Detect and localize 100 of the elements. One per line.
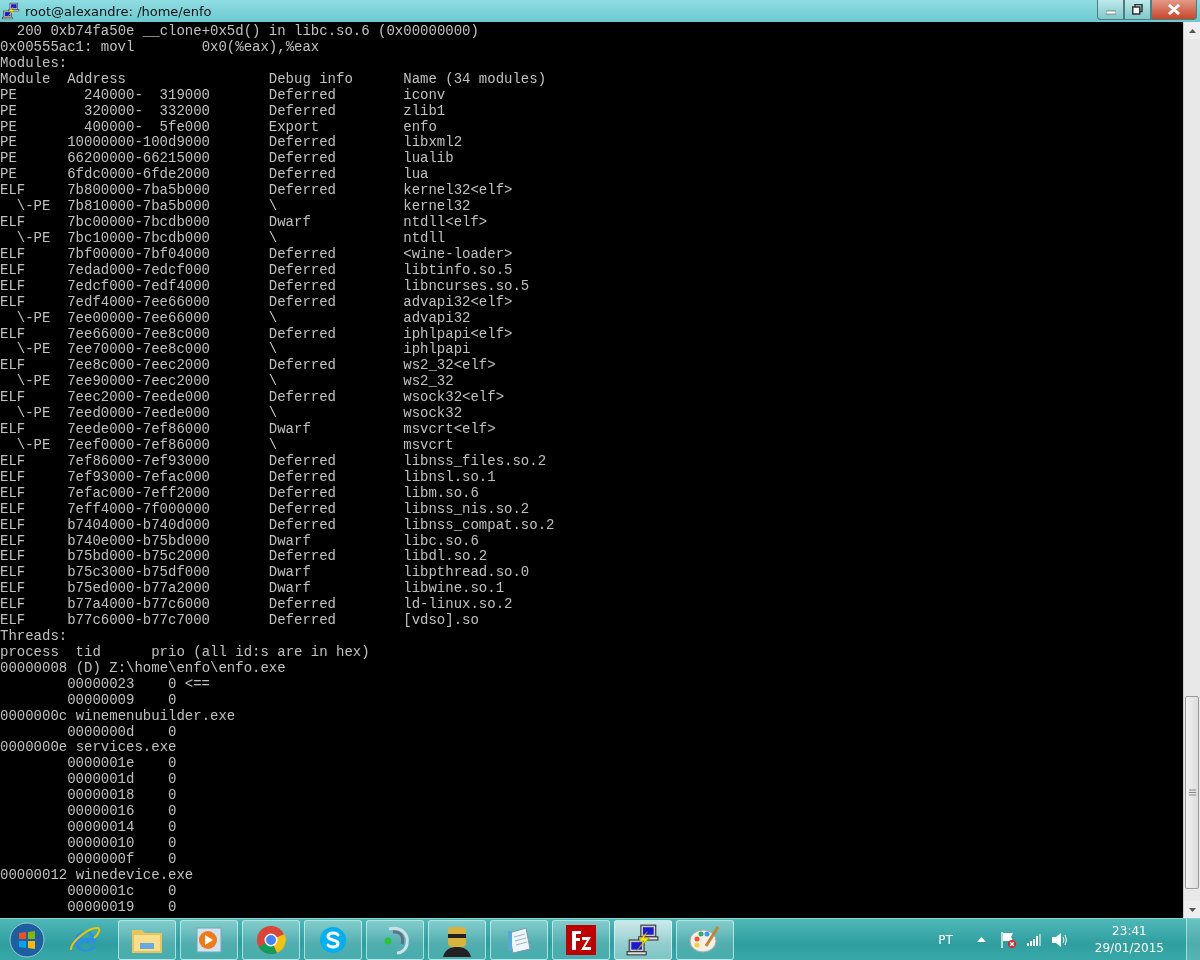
thread-id: 00000018 (67, 788, 135, 805)
taskbar-app-button[interactable] (614, 919, 672, 960)
module-address: 7edad000-7edcf000 (67, 262, 210, 279)
module-address: 7bc10000-7bcdb000 (67, 231, 210, 247)
module-type: ELF (0, 390, 26, 406)
taskbar-app-button[interactable] (428, 919, 486, 960)
debug-info: \ (268, 310, 278, 327)
caret-up-icon (1188, 28, 1196, 33)
module-name: advapi32<elf> (403, 294, 513, 311)
caret-up-icon (977, 937, 987, 942)
module-name: wsock32<elf> (403, 390, 505, 406)
debug-info: \ (268, 374, 278, 390)
restore-icon (1132, 4, 1143, 15)
thread-id: 00000016 (67, 804, 135, 821)
thread-priority: 0 (168, 836, 177, 852)
module-type: ELF (0, 549, 26, 566)
computers-icon (2, 2, 20, 20)
thread-id: 00000010 (67, 836, 135, 852)
module-address: 7edf4000-7ee66000 (67, 294, 210, 311)
module-type: ELF (0, 215, 26, 231)
debug-info: Export (268, 119, 320, 135)
debug-info: \ (268, 231, 278, 247)
debug-info: Deferred (268, 278, 337, 295)
module-address: 400000- 5fe000 (84, 119, 210, 135)
module-address: 6fdc0000-6fde2000 (67, 167, 210, 183)
module-name: libdl.so.2 (403, 549, 488, 565)
column-header: Debug info (268, 71, 353, 88)
thread-priority: 0 (168, 851, 177, 868)
module-address: 7ee66000-7ee8c000 (67, 326, 210, 343)
debug-info: Deferred (268, 517, 337, 534)
module-address: 7efac000-7eff2000 (67, 485, 210, 502)
column-header: Module (0, 71, 51, 88)
restore-button[interactable] (1124, 0, 1151, 20)
module-name: libnss_nis.so.2 (403, 501, 530, 518)
windows-logo-icon (9, 921, 45, 958)
thread-priority: 0 (168, 676, 177, 693)
module-name: iconv (403, 87, 446, 104)
debug-info: \ (268, 406, 278, 422)
start-button[interactable] (6, 919, 48, 960)
debug-info: Dwarf (268, 565, 311, 581)
module-address: 7b810000-7ba5b000 (67, 199, 210, 215)
column-header: process (0, 644, 59, 661)
close-button[interactable] (1151, 0, 1197, 20)
module-type: ELF (0, 453, 26, 470)
debug-info: Deferred (268, 358, 337, 374)
language-indicator[interactable]: PT (938, 932, 953, 947)
module-type: ELF (0, 262, 26, 279)
scroll-down-button[interactable] (1184, 901, 1200, 918)
column-header: tid (75, 644, 101, 661)
section-heading: Threads: (0, 628, 68, 645)
module-name: kernel32<elf> (403, 183, 513, 199)
debug-info: \ (268, 342, 278, 358)
module-type: PE (0, 87, 17, 104)
module-type: ELF (0, 485, 26, 502)
module-name: msvcrt (403, 437, 454, 454)
scroll-up-button[interactable] (1184, 22, 1200, 39)
debug-info: Deferred (268, 549, 337, 565)
module-type: \-PE (16, 374, 51, 391)
filezilla-icon (564, 922, 598, 957)
module-address: 7eede000-7ef86000 (67, 422, 210, 438)
module-type: \-PE (16, 342, 51, 359)
clock-date: 29/01/2015 (1094, 939, 1164, 957)
module-type: ELF (0, 565, 26, 582)
scroll-thumb[interactable] (1185, 696, 1199, 889)
column-header: Name (34 modules) (403, 71, 547, 88)
module-address: 7b800000-7ba5b000 (67, 183, 210, 199)
module-address: 66200000-66215000 (67, 151, 210, 167)
module-name: ld-linux.so.2 (403, 597, 513, 613)
process-id: 00000012 (0, 866, 68, 883)
thread-priority: 0 (168, 788, 177, 805)
column-header: prio (all id:s are in hex) (151, 644, 370, 661)
clock[interactable]: 23:41 29/01/2015 (1094, 922, 1164, 957)
module-type: \-PE (16, 310, 51, 327)
module-name: enfo (403, 119, 437, 135)
module-type: PE (0, 135, 17, 152)
close-icon (1167, 4, 1181, 15)
debug-info: Deferred (268, 390, 337, 406)
module-address: 7ef93000-7efac000 (67, 469, 210, 486)
thread-priority: 0 (168, 820, 177, 837)
debug-info: Dwarf (268, 422, 311, 438)
module-address: 7ee70000-7ee8c000 (67, 342, 210, 359)
module-address: 7edcf000-7edf4000 (67, 278, 210, 295)
module-address: b77c6000-b77c7000 (67, 613, 210, 630)
caret-down-icon (1188, 907, 1196, 912)
module-address: 7eec2000-7eede000 (67, 390, 210, 406)
debug-info: Dwarf (268, 215, 311, 231)
module-type: ELF (0, 581, 26, 598)
module-address: 7ee8c000-7eec2000 (67, 358, 210, 375)
module-type: ELF (0, 517, 26, 534)
module-name: libc.so.6 (403, 533, 479, 549)
module-address: b77a4000-b77c6000 (67, 597, 210, 613)
module-address: b75ed000-b77a2000 (67, 581, 210, 597)
process-name: winemenubuilder.exe (75, 707, 236, 724)
module-name: libm.so.6 (403, 485, 479, 502)
grip-icon (1188, 789, 1196, 796)
instruction-line: 0x00555ac1: movl 0x0(%eax),%eax (0, 38, 320, 55)
debug-info: Deferred (268, 294, 337, 311)
module-type: PE (0, 119, 17, 136)
module-type: \-PE (16, 231, 51, 247)
taskbar-app-button[interactable] (552, 919, 610, 960)
